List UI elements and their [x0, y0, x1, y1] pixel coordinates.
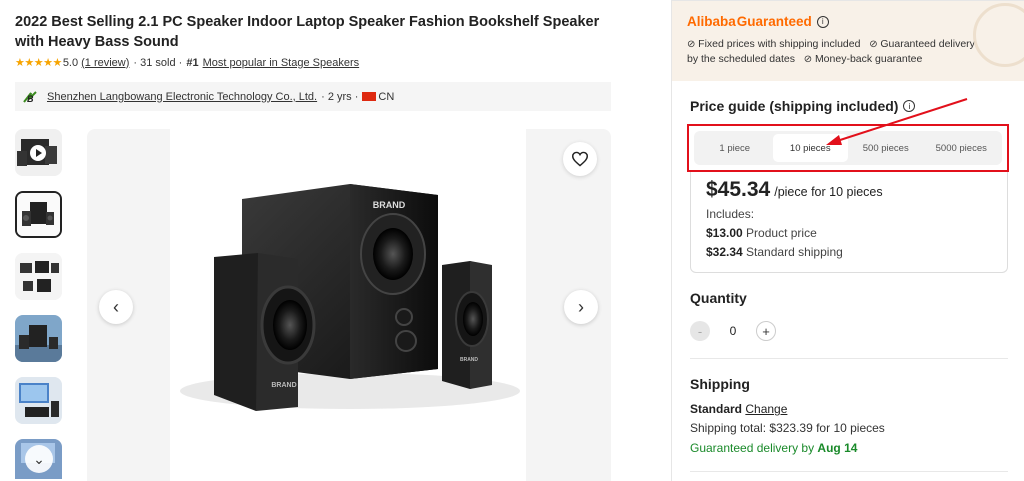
delivery-date: Aug 14	[817, 441, 858, 455]
next-image-button[interactable]: ›	[564, 290, 598, 324]
supplier-logo-icon: B	[23, 90, 37, 104]
brand-label: BRAND	[460, 357, 478, 363]
quantity-title: Quantity	[690, 290, 747, 306]
shipping-method: Standard Change	[690, 402, 787, 416]
price-details: $45.34 /piece for 10 pieces Includes: $1…	[690, 172, 1008, 273]
svg-text:B: B	[27, 94, 34, 104]
product-title: 2022 Best Selling 2.1 PC Speaker Indoor …	[15, 14, 600, 50]
price-guide-title: Price guide (shipping included) i	[690, 98, 916, 114]
rank-badge: #1	[186, 56, 199, 69]
supplier-name-link[interactable]: Shenzhen Langbowang Electronic Technolog…	[47, 91, 317, 103]
quantity-decrease-button[interactable]: -	[690, 321, 710, 341]
china-flag-icon	[362, 92, 377, 101]
section-divider	[690, 358, 1008, 359]
guarantee-item: Money-back guarantee	[804, 53, 923, 65]
quantity-increase-button[interactable]: +	[756, 321, 776, 341]
section-divider	[690, 471, 1008, 472]
brand-label: BRAND	[271, 382, 296, 389]
guarantee-info-icon[interactable]: i	[816, 15, 829, 28]
quantity-tier-tabs: 1 piece 10 pieces 500 pieces 5000 pieces	[687, 124, 1009, 172]
unit-price: $45.34	[706, 178, 771, 201]
thumbnail-image-selected[interactable]	[15, 191, 62, 238]
main-product-image: BRAND BRAND BRAND ‹ ›	[87, 129, 611, 481]
thumbnail-video[interactable]	[15, 129, 62, 176]
includes-label: Includes:	[706, 207, 755, 221]
thumbnail-image[interactable]	[15, 315, 62, 362]
guaranteed-word: Guaranteed	[736, 14, 812, 29]
guarantee-item-continued: by the scheduled dates	[687, 53, 795, 65]
quantity-input[interactable]: 0	[710, 324, 756, 338]
product-price-label: Product price	[746, 226, 817, 240]
purchase-panel: Alibaba Guaranteed i Fixed prices with s…	[671, 0, 1024, 481]
tab-1-piece[interactable]: 1 piece	[697, 134, 773, 162]
prev-image-button[interactable]: ‹	[99, 290, 133, 324]
supplier-country: CN	[378, 90, 395, 103]
info-icon[interactable]: i	[903, 100, 916, 112]
rating-line: ★★★★★ 5.0 (1 review) · 31 sold · #1 Most…	[15, 56, 360, 70]
product-price-value: $13.00	[706, 226, 743, 240]
alibaba-guaranteed-banner: Alibaba Guaranteed i Fixed prices with s…	[672, 1, 1024, 81]
chevron-left-icon: ‹	[113, 296, 119, 317]
shipping-method-name: Standard	[690, 402, 743, 416]
sold-count: · 31 sold ·	[133, 56, 183, 69]
delivery-prefix: Guaranteed delivery by	[690, 441, 815, 455]
reviews-link[interactable]: (1 review)	[81, 57, 129, 69]
tab-500-pieces[interactable]: 500 pieces	[848, 134, 924, 162]
tab-10-pieces[interactable]: 10 pieces	[772, 134, 848, 162]
shipping-price-value: $32.34	[706, 245, 743, 259]
thumbnail-image[interactable]	[15, 377, 62, 424]
shipping-total: Shipping total: $323.39 for 10 pieces	[690, 421, 885, 435]
price-guide-label: Price guide (shipping included)	[690, 98, 899, 114]
shipping-change-link[interactable]: Change	[745, 402, 787, 416]
guarantee-item: Guaranteed delivery	[869, 38, 975, 50]
favorite-button[interactable]	[563, 142, 597, 176]
star-rating-icon: ★★★★★	[15, 57, 62, 69]
unit-price-label: /piece for 10 pieces	[774, 185, 883, 199]
rating-value: 5.0	[62, 56, 79, 69]
shipping-price-label: Standard shipping	[746, 245, 843, 259]
rank-category-link[interactable]: Most popular in Stage Speakers	[203, 57, 360, 69]
brand-label: BRAND	[373, 200, 406, 210]
supplier-bar: B Shenzhen Langbowang Electronic Technol…	[15, 82, 611, 111]
chevron-down-icon[interactable]: ⌄	[25, 445, 53, 473]
guarantee-item: Fixed prices with shipping included	[687, 38, 860, 50]
thumbnail-image[interactable]	[15, 253, 62, 300]
thumbnail-list: ⌄	[15, 129, 62, 479]
quantity-stepper: - 0 +	[690, 321, 776, 341]
chevron-right-icon: ›	[578, 296, 584, 317]
supplier-years: · 2 yrs ·	[321, 90, 359, 103]
speaker-set-image: BRAND BRAND BRAND	[180, 184, 520, 411]
alibaba-brand: Alibaba	[687, 14, 736, 29]
shipping-title: Shipping	[690, 376, 750, 392]
thumbnail-image[interactable]: ⌄	[15, 439, 62, 479]
heart-icon	[571, 151, 589, 167]
play-icon	[30, 145, 46, 161]
tab-5000-pieces[interactable]: 5000 pieces	[924, 134, 1000, 162]
guaranteed-delivery: Guaranteed delivery by Aug 14	[690, 441, 857, 455]
